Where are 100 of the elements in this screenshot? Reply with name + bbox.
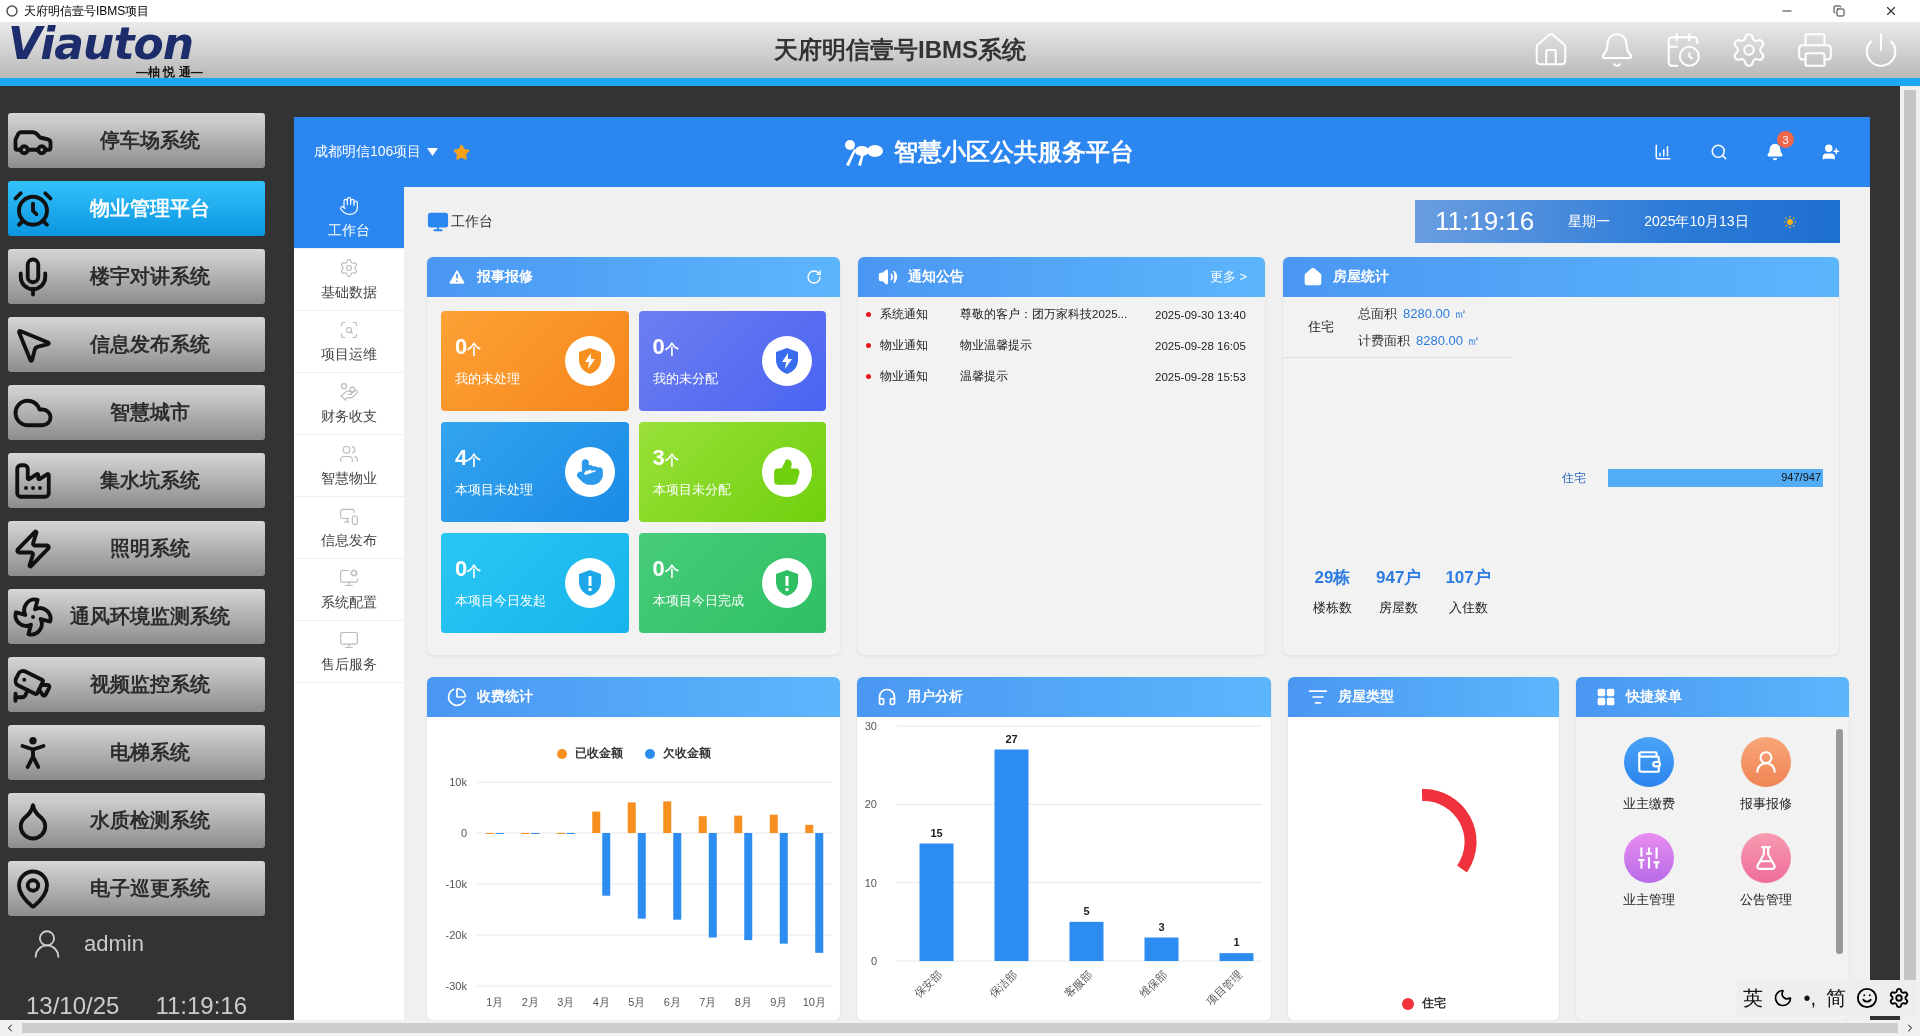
system-button[interactable]: 电梯系统: [8, 725, 265, 780]
system-button[interactable]: 停车场系统: [8, 113, 265, 168]
shield-alert-icon: [774, 569, 800, 597]
notice-type: 系统通知: [880, 307, 929, 322]
bar: [1069, 921, 1104, 961]
house-icon: [1303, 267, 1323, 287]
system-button[interactable]: 楼宇对讲系统: [8, 249, 265, 304]
axis-label: 4月: [592, 996, 610, 1008]
system-button[interactable]: 通风环境监测系统: [8, 589, 265, 644]
axis-label: 项目管理: [1204, 967, 1244, 1008]
system-button[interactable]: 集水坑系统: [8, 453, 265, 508]
system-button[interactable]: 照明系统: [8, 521, 265, 576]
close-icon: [1884, 4, 1898, 18]
stat-label: 楼栋数: [1313, 599, 1352, 617]
stat-tile[interactable]: 0个 我的未分配: [638, 311, 826, 411]
axis-label: 30: [864, 720, 877, 732]
window-title: 天府明信壹号IBMS项目: [24, 2, 151, 20]
tile-count: 0个: [455, 556, 483, 582]
system-button[interactable]: 电子巡更系统: [8, 861, 265, 916]
tile-count: 4个: [455, 445, 483, 471]
shortcut-button[interactable]: 公告管理: [1707, 833, 1825, 909]
shield-bolt-icon: [576, 347, 603, 375]
search-icon[interactable]: [1710, 143, 1728, 161]
axis-label: 10月: [802, 996, 826, 1008]
area-label: 计费面积: [1358, 331, 1410, 350]
area-value: 8280.00 ㎡: [1403, 304, 1467, 323]
shield-alert-icon: [576, 569, 603, 597]
notice-title[interactable]: 物业温馨提示: [960, 338, 1155, 353]
shortcut-button[interactable]: 业主缴费: [1590, 737, 1708, 813]
axis-label: -30k: [445, 980, 467, 992]
moon-icon[interactable]: [1773, 988, 1794, 1008]
tile-count: 0个: [652, 334, 680, 360]
axis-label: 0: [870, 955, 877, 967]
card-title: 房屋统计: [1333, 268, 1390, 286]
weekday-text: 星期一: [1568, 212, 1611, 231]
charset-toggle[interactable]: 简: [1826, 984, 1846, 1012]
tile-count: 0个: [455, 334, 483, 360]
system-button[interactable]: 水质检测系统: [8, 793, 265, 848]
date-text: 13/10/25: [26, 992, 120, 1020]
notice-time: 2025-09-28 15:53: [1155, 370, 1247, 383]
shortcut-button[interactable]: 业主管理: [1590, 833, 1708, 909]
axis-label: 7月: [699, 996, 717, 1008]
flask-icon: [1741, 833, 1792, 883]
system-button[interactable]: 视频监控系统: [8, 657, 265, 712]
axis-label: 维保部: [1137, 967, 1169, 1000]
punctuation-toggle[interactable]: •,: [1803, 986, 1816, 1010]
notice-type: 物业通知: [880, 338, 929, 353]
user-name: admin: [84, 931, 144, 957]
smile-icon[interactable]: [1856, 987, 1878, 1009]
chart-icon[interactable]: [1654, 143, 1672, 161]
value-label: 15: [930, 826, 943, 839]
bar: [1144, 937, 1179, 961]
hand-icon: [339, 195, 359, 216]
monitor-gear-icon: [339, 567, 359, 588]
add-user-icon[interactable]: [1822, 143, 1840, 161]
scan-icon: [339, 319, 359, 340]
stat-label: 入住数: [1448, 599, 1488, 617]
project-selector[interactable]: 成都明信106项目: [314, 143, 422, 161]
value-label: 1: [1233, 936, 1240, 949]
card-title: 报事报修: [477, 268, 534, 286]
sun-icon: [1782, 214, 1797, 229]
tile-label: 本项目未分配: [652, 481, 732, 499]
thumbs-up-icon: [773, 458, 801, 486]
legend-label: 欠收金额: [662, 745, 711, 762]
language-toggle[interactable]: 英: [1743, 984, 1764, 1012]
star-icon[interactable]: [453, 143, 471, 161]
printer-icon[interactable]: [1796, 31, 1834, 69]
axis-label: 保安部: [912, 967, 944, 1000]
tile-label: 本项目未处理: [455, 481, 534, 499]
app-icon: [6, 5, 18, 17]
shortcut-button[interactable]: 报事报修: [1707, 737, 1825, 813]
axis-label: 9月: [770, 996, 788, 1008]
system-button[interactable]: 信息发布系统: [8, 317, 265, 372]
fan-icon: [12, 595, 54, 638]
coins-icon: [339, 381, 359, 402]
card-title: 快捷菜单: [1626, 688, 1683, 706]
settings-icon[interactable]: [1888, 987, 1910, 1009]
bullet-icon: [866, 374, 871, 379]
notice-title[interactable]: 尊敬的客户：团万家科技2025...: [960, 307, 1155, 322]
card-title: 用户分析: [907, 688, 964, 706]
notice-title[interactable]: 温馨提示: [960, 369, 1155, 384]
value-label: 27: [1005, 732, 1018, 745]
stat-value: 947户: [1376, 567, 1422, 589]
card-title: 收费统计: [477, 688, 534, 706]
nav-item[interactable]: 工作台: [294, 187, 404, 249]
time-text: 11:19:16: [1435, 206, 1535, 237]
area-label: 总面积: [1358, 304, 1397, 323]
wallet-icon: [1623, 737, 1674, 787]
monitor-icon: [339, 629, 359, 650]
dropdown-icon[interactable]: [427, 147, 440, 157]
system-button[interactable]: 智慧城市: [8, 385, 265, 440]
refresh-icon[interactable]: [806, 269, 822, 285]
speaker-icon: [878, 267, 898, 287]
area-value: 8280.00 ㎡: [1416, 331, 1480, 350]
scrollbar[interactable]: [0, 1020, 1920, 1036]
axis-label: -20k: [445, 929, 467, 941]
scrollbar[interactable]: [1836, 729, 1843, 954]
scrollbar[interactable]: [1900, 86, 1920, 1020]
time-text: 11:19:16: [155, 992, 248, 1020]
bell-icon[interactable]: [1766, 143, 1784, 161]
